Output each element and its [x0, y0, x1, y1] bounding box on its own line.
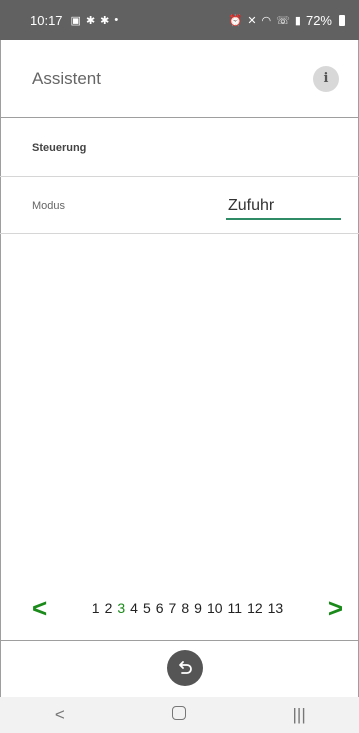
- system-nav-bar: < |||: [0, 697, 359, 733]
- page-title: Assistent: [32, 68, 101, 88]
- page-number-10[interactable]: 10: [207, 600, 223, 616]
- teams-icon: ✱: [100, 14, 110, 27]
- section-title: Steuerung: [32, 141, 87, 154]
- signal-icon: ▮: [294, 14, 301, 27]
- page-number-11[interactable]: 11: [228, 600, 243, 616]
- status-time: 10:17: [30, 12, 63, 28]
- image-icon: ▣: [70, 14, 81, 27]
- page-number-2[interactable]: 2: [105, 600, 113, 616]
- system-home-button[interactable]: [159, 705, 199, 725]
- mode-field[interactable]: Zufuhr: [226, 192, 341, 220]
- page-number-12[interactable]: 12: [247, 600, 263, 616]
- prev-page-button[interactable]: <: [32, 593, 60, 624]
- mode-row: Modus Zufuhr: [0, 178, 359, 234]
- page-number-8[interactable]: 8: [181, 600, 189, 616]
- page-number-13[interactable]: 13: [268, 600, 284, 616]
- page-number-7[interactable]: 7: [169, 600, 177, 616]
- system-back-button[interactable]: <: [40, 705, 80, 725]
- page-number-9[interactable]: 9: [194, 600, 202, 616]
- undo-back-button[interactable]: [167, 650, 203, 686]
- page-number-1[interactable]: 1: [92, 600, 100, 616]
- page-navigator: < 1 2 3 4 5 6 7 8 9 10 11 12 13 >: [0, 588, 359, 628]
- page-list: 1 2 3 4 5 6 7 8 9 10 11 12 13: [60, 600, 315, 616]
- mode-label: Modus: [32, 199, 66, 212]
- next-page-button[interactable]: >: [315, 593, 343, 624]
- wifi-icon: ◠: [261, 14, 272, 27]
- teams-icon: ✱: [85, 14, 96, 27]
- system-recents-button[interactable]: |||: [279, 705, 319, 725]
- section-header: Steuerung: [0, 119, 359, 177]
- app-header: Assistent i: [0, 40, 359, 118]
- status-bar: 10:17 ▣ ✱ ✱ • ⏰ ✕ ◠ ☏ ▮ 72%: [0, 0, 359, 40]
- call-signal-icon: ☏: [276, 14, 290, 27]
- info-icon[interactable]: i: [313, 65, 339, 92]
- dot-icon: •: [114, 14, 119, 26]
- page-number-4[interactable]: 4: [130, 600, 138, 616]
- page-number-6[interactable]: 6: [156, 600, 164, 616]
- status-right: ⏰ ✕ ◠ ☏ ▮ 72%: [229, 13, 345, 28]
- home-icon: [172, 706, 187, 720]
- page-number-3[interactable]: 3: [117, 600, 125, 616]
- alarm-icon: ⏰: [228, 14, 243, 27]
- bottom-divider: [0, 640, 359, 641]
- battery-icon: [339, 14, 345, 26]
- mute-icon: ✕: [247, 14, 257, 27]
- page-number-5[interactable]: 5: [143, 600, 151, 616]
- undo-icon: [179, 661, 192, 674]
- battery-percent: 72%: [305, 12, 332, 28]
